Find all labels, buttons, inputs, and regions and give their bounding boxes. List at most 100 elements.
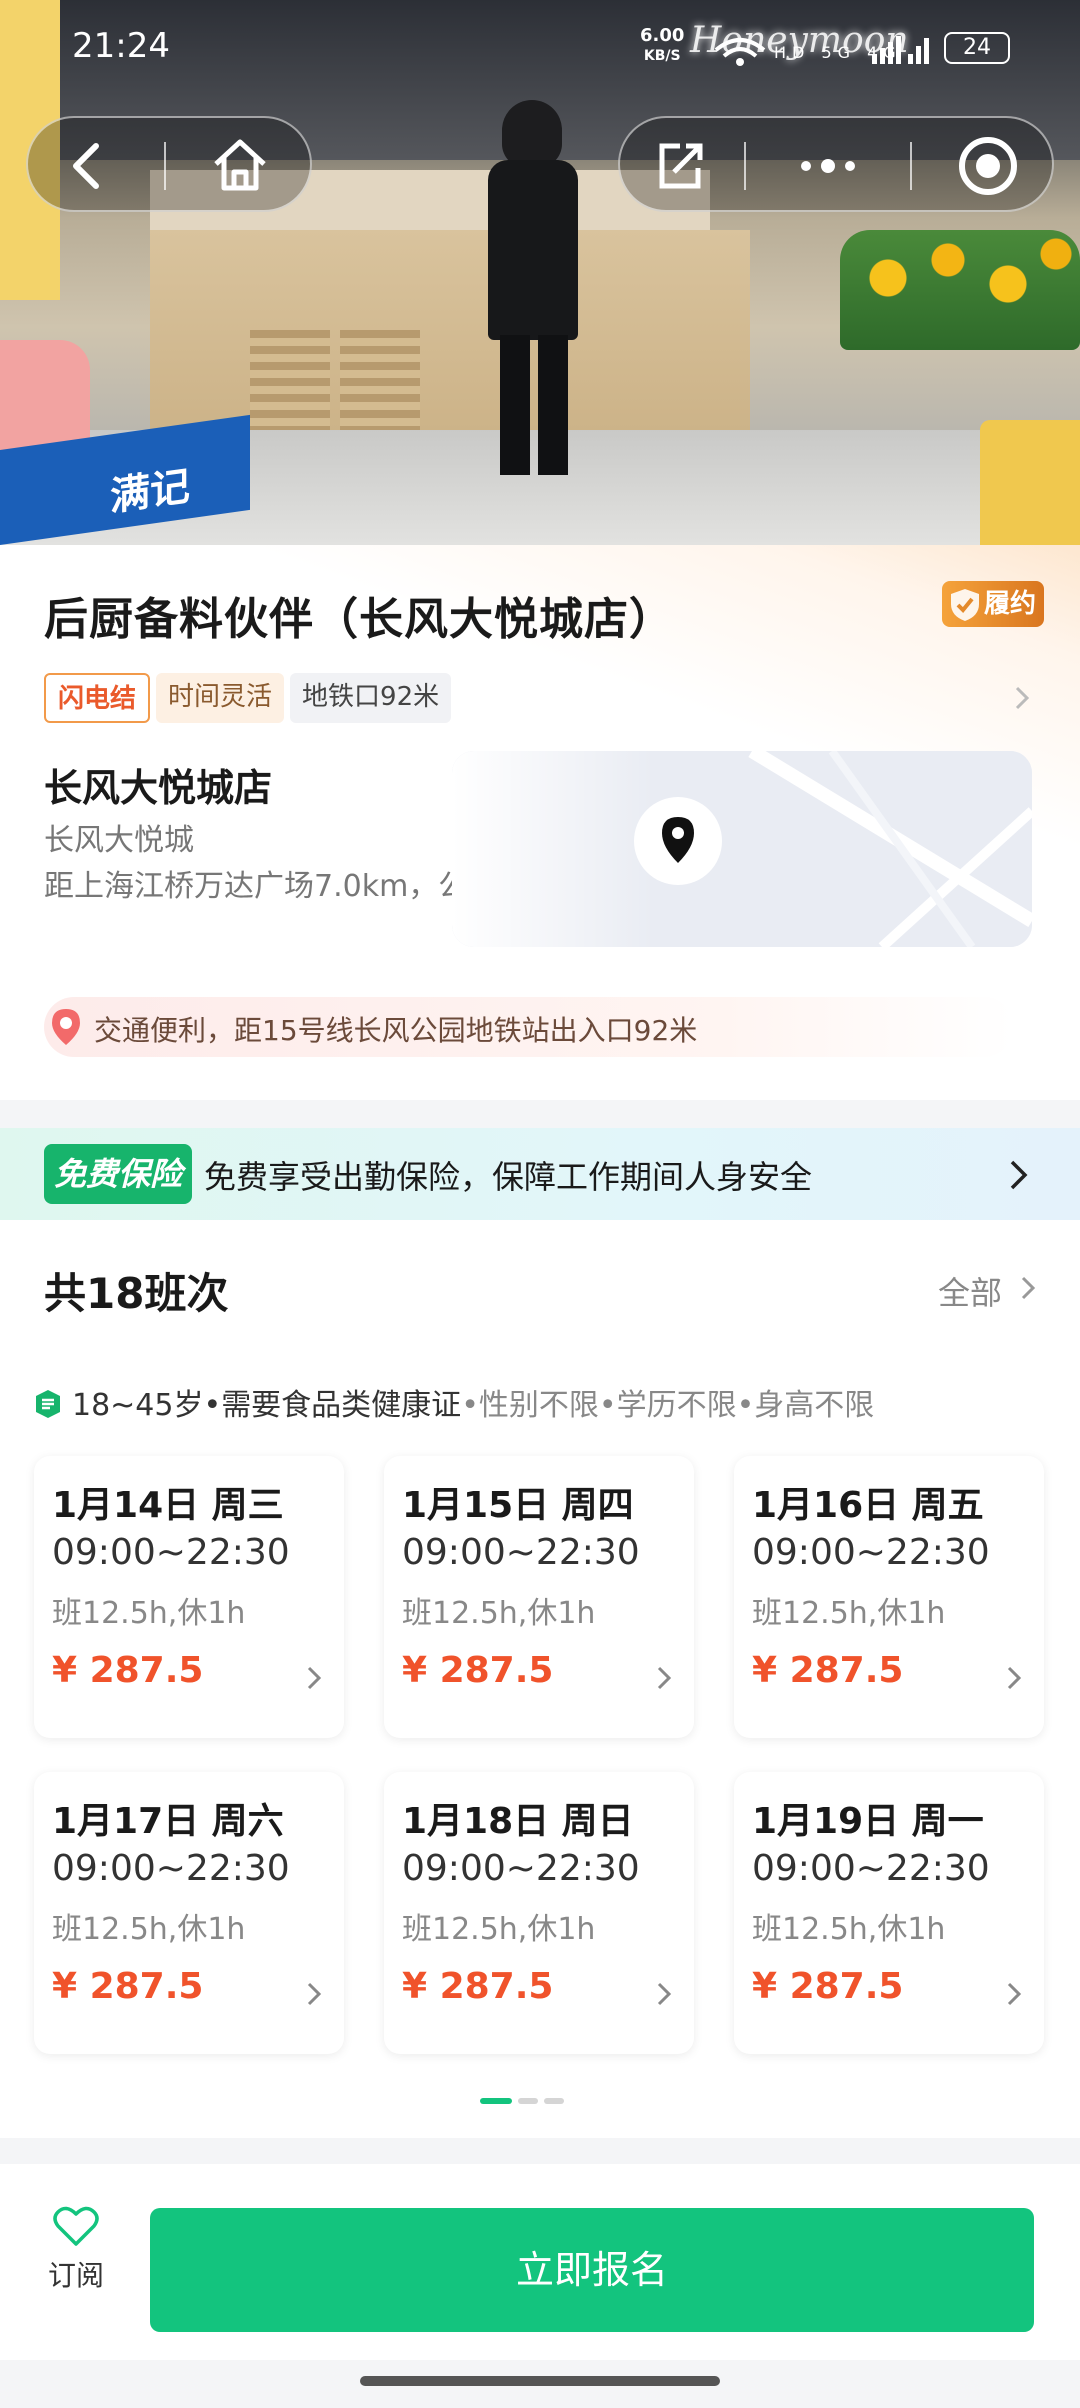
store-mall: 长风大悦城 <box>44 823 194 858</box>
shift-date: 1月14日 周三 <box>52 1485 284 1526</box>
status-time: 21:24 <box>72 26 170 66</box>
insurance-text: 免费享受出勤保险，保障工作期间人身安全 <box>204 1158 813 1196</box>
requirement-icon <box>36 1390 60 1418</box>
shift-card[interactable]: 1月19日 周一 09:00~22:30 班12.5h,休1h ¥ 287.5 <box>734 1772 1044 2054</box>
shift-card[interactable]: 1月14日 周三 09:00~22:30 班12.5h,休1h ¥ 287.5 <box>34 1456 344 1738</box>
shift-card[interactable]: 1月18日 周日 09:00~22:30 班12.5h,休1h ¥ 287.5 <box>384 1772 694 2054</box>
heart-icon <box>53 2206 99 2246</box>
back-icon <box>73 143 99 189</box>
back-button[interactable] <box>38 118 134 214</box>
chevron-right-icon <box>657 1982 672 2006</box>
chevron-right-icon <box>657 1666 672 1690</box>
req-certificate: 需要食品类健康证 <box>221 1388 462 1423</box>
nav-pill-left <box>26 116 312 212</box>
signal-wifi-icon: HD 5G 4G <box>714 36 929 66</box>
insurance-banner[interactable]: 免费保险 免费享受出勤保险，保障工作期间人身安全 <box>0 1128 1080 1220</box>
shift-hours: 班12.5h,休1h <box>402 1596 596 1631</box>
shift-time: 09:00~22:30 <box>52 1532 290 1573</box>
more-button[interactable] <box>780 118 876 214</box>
page-dot <box>518 2098 538 2104</box>
apply-now-button[interactable]: 立即报名 <box>150 2208 1034 2332</box>
traffic-note-text: 交通便利，距15号线长风公园地铁站出入口92米 <box>94 1014 698 1047</box>
shift-requirements: 18~45岁•需要食品类健康证•性别不限•学历不限•身高不限 <box>32 1380 874 1424</box>
credit-badge[interactable]: 履约 <box>942 581 1044 627</box>
subscribe-label: 订阅 <box>47 2259 104 2292</box>
chevron-right-icon[interactable] <box>1020 1274 1036 1302</box>
shift-card[interactable]: 1月15日 周四 09:00~22:30 班12.5h,休1h ¥ 287.5 <box>384 1456 694 1738</box>
photo-sign-text: 满记 <box>110 463 190 521</box>
job-title: 后厨备料伙伴（长风大悦城店） <box>44 594 674 645</box>
shift-price: ¥ 287.5 <box>402 1650 554 1691</box>
shift-hours: 班12.5h,休1h <box>52 1912 246 1947</box>
job-tags[interactable]: 闪电结 时间灵活 地铁口92米 <box>44 673 457 723</box>
shift-date: 1月16日 周五 <box>752 1485 984 1526</box>
record-button[interactable] <box>940 118 1036 214</box>
nav-divider <box>164 142 166 190</box>
job-info-card: 后厨备料伙伴（长风大悦城店） 履约 闪电结 时间灵活 地铁口92米 长风大悦城店 长… <box>0 545 1080 1100</box>
shift-time: 09:00~22:30 <box>752 1848 990 1889</box>
shift-price: ¥ 287.5 <box>52 1650 204 1691</box>
shift-time: 09:00~22:30 <box>752 1532 990 1573</box>
insurance-badge: 免费保险 <box>44 1144 193 1204</box>
home-icon <box>214 139 266 191</box>
record-icon <box>959 137 1017 195</box>
net-rate-unit: KB/S <box>643 48 681 64</box>
status-net-rate: 6.00 KB/S <box>640 26 684 66</box>
shift-hours: 班12.5h,休1h <box>752 1596 946 1631</box>
shift-time: 09:00~22:30 <box>402 1848 640 1889</box>
shifts-all-link[interactable]: 全部 <box>938 1268 1002 1314</box>
req-height: 身高不限 <box>754 1388 875 1423</box>
map-thumbnail[interactable] <box>452 751 1032 947</box>
share-button[interactable] <box>630 118 726 214</box>
tag-flexible-time: 时间灵活 <box>156 673 285 723</box>
shifts-section: 共18班次 全部 18~45岁•需要食品类健康证•性别不限•学历不限•身高不限 … <box>0 1220 1080 2138</box>
shift-date: 1月18日 周日 <box>402 1801 634 1842</box>
shift-price: ¥ 287.5 <box>52 1966 204 2007</box>
store-location[interactable]: 长风大悦城店 长风大悦城 距上海江桥万达广场7.0km，公交50分钟 <box>0 751 1080 957</box>
photo-staff-person <box>480 100 590 480</box>
req-education: 学历不限 <box>616 1388 737 1423</box>
shift-time: 09:00~22:30 <box>402 1532 640 1573</box>
chevron-right-icon <box>1010 1160 1028 1190</box>
nav-pill-right <box>618 116 1054 212</box>
more-icon <box>801 159 855 173</box>
req-age: 18~45岁 <box>72 1388 204 1423</box>
shift-time: 09:00~22:30 <box>52 1848 290 1889</box>
credit-badge-label: 履约 <box>984 589 1037 619</box>
shift-date: 1月17日 周六 <box>52 1801 284 1842</box>
status-signal-icons: HD 5G 4G <box>712 28 932 75</box>
bottom-action-bar: 订阅 立即报名 <box>0 2164 1080 2360</box>
shift-date: 1月19日 周一 <box>752 1801 984 1842</box>
subscribe-button[interactable]: 订阅 <box>36 2204 116 2334</box>
page-dot-active <box>480 2098 512 2104</box>
shifts-title: 共18班次 <box>44 1269 229 1318</box>
battery-indicator: 24 <box>944 32 1010 64</box>
store-name: 长风大悦城店 <box>44 766 273 810</box>
gesture-home-bar[interactable] <box>360 2376 720 2386</box>
map-roads <box>452 751 1032 947</box>
chevron-right-icon <box>1007 1666 1022 1690</box>
page-dot <box>544 2098 564 2104</box>
shift-date: 1月15日 周四 <box>402 1485 634 1526</box>
nav-divider <box>910 142 912 190</box>
chevron-right-icon[interactable] <box>1012 683 1032 713</box>
req-gender: 性别不限 <box>478 1388 599 1423</box>
photo-flowers <box>840 230 1080 350</box>
status-bar: 21:24 6.00 KB/S HD 5G 4G 24 <box>0 0 1080 90</box>
share-icon <box>659 143 703 189</box>
tag-subway-distance: 地铁口92米 <box>290 673 452 723</box>
net-rate-value: 6.00 <box>640 25 685 46</box>
chevron-right-icon <box>307 1982 322 2006</box>
traffic-note: 交通便利，距15号线长风公园地铁站出入口92米 <box>44 997 1014 1057</box>
shift-hours: 班12.5h,休1h <box>402 1912 596 1947</box>
shift-card[interactable]: 1月17日 周六 09:00~22:30 班12.5h,休1h ¥ 287.5 <box>34 1772 344 2054</box>
home-button[interactable] <box>192 118 288 214</box>
chevron-right-icon <box>1007 1982 1022 2006</box>
shift-hours: 班12.5h,休1h <box>752 1912 946 1947</box>
nav-divider <box>744 142 746 190</box>
photo-pink-chair <box>0 340 90 450</box>
map-pin-icon <box>634 797 722 885</box>
shift-price: ¥ 287.5 <box>402 1966 554 2007</box>
location-pin-icon <box>52 1009 80 1045</box>
shift-card[interactable]: 1月16日 周五 09:00~22:30 班12.5h,休1h ¥ 287.5 <box>734 1456 1044 1738</box>
